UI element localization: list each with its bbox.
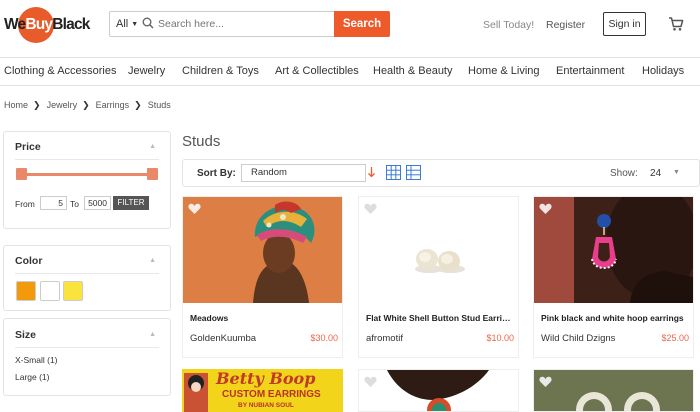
grid-view-icon[interactable] bbox=[386, 165, 401, 180]
product-image[interactable] bbox=[359, 370, 519, 412]
search-icon bbox=[142, 17, 154, 29]
product-image-shell-studs[interactable] bbox=[359, 197, 518, 303]
from-label: From bbox=[15, 199, 35, 209]
search-scope-select[interactable]: All ▼ bbox=[110, 12, 139, 36]
price-slider-track bbox=[19, 173, 157, 176]
product-name[interactable]: Flat White Shell Button Stud Earrings bbox=[366, 313, 511, 323]
color-filter-panel: Color ▲ bbox=[3, 245, 171, 311]
breadcrumb-home[interactable]: Home bbox=[4, 100, 28, 110]
cart-icon[interactable] bbox=[668, 16, 684, 32]
logo-black: Black bbox=[52, 16, 90, 33]
search-input[interactable] bbox=[158, 12, 334, 36]
color-filter-title: Color bbox=[15, 255, 43, 267]
breadcrumb-jewelry[interactable]: Jewelry bbox=[47, 100, 78, 110]
product-name[interactable]: Meadows bbox=[190, 313, 335, 323]
search-bar: All ▼ Search bbox=[109, 11, 390, 37]
nav-health-beauty[interactable]: Health & Beauty bbox=[373, 65, 453, 77]
breadcrumb-current: Studs bbox=[147, 100, 171, 110]
sort-label: Sort By: bbox=[197, 168, 236, 179]
to-label: To bbox=[70, 199, 79, 209]
product-seller[interactable]: afromotif bbox=[366, 333, 403, 344]
per-page-select[interactable]: 24 bbox=[650, 168, 661, 179]
color-swatch-orange[interactable] bbox=[16, 281, 36, 301]
sort-toolbar: Sort By: Random Show: 24 ▼ bbox=[182, 159, 700, 187]
nav-children-toys[interactable]: Children & Toys bbox=[182, 65, 259, 77]
product-card[interactable]: Pink black and white hoop earrings Wild … bbox=[533, 196, 694, 358]
size-filter-panel: Size ▲ X-Small (1) Large (1) bbox=[3, 318, 171, 396]
sort-select[interactable]: Random bbox=[241, 164, 366, 182]
heart-icon[interactable] bbox=[539, 203, 552, 215]
price-from-input[interactable]: 5 bbox=[40, 196, 67, 210]
sell-today-link[interactable]: Sell Today! bbox=[483, 19, 534, 31]
product-image[interactable] bbox=[534, 370, 694, 412]
sort-direction-icon[interactable] bbox=[367, 166, 376, 178]
list-view-icon[interactable] bbox=[406, 165, 421, 180]
caret-down-icon[interactable]: ▼ bbox=[673, 169, 680, 176]
search-button[interactable]: Search bbox=[334, 11, 390, 37]
collapse-caret-icon[interactable]: ▲ bbox=[149, 257, 156, 264]
chevron-right-icon: ❯ bbox=[134, 100, 142, 110]
product-name[interactable]: Pink black and white hoop earrings bbox=[541, 313, 686, 323]
nav-art-collectibles[interactable]: Art & Collectibles bbox=[275, 65, 359, 77]
product-image-meadows[interactable] bbox=[183, 197, 342, 303]
chevron-right-icon: ❯ bbox=[33, 100, 41, 110]
nav-home-living[interactable]: Home & Living bbox=[468, 65, 540, 77]
price-to-input[interactable]: 5000 bbox=[84, 196, 111, 210]
logo-we: We bbox=[4, 16, 26, 33]
product-card[interactable]: Betty Boop CUSTOM EARRINGS BY NUBIAN SOU… bbox=[182, 369, 343, 412]
collapse-caret-icon[interactable]: ▲ bbox=[149, 331, 156, 338]
breadcrumb: Home ❯ Jewelry ❯ Earrings ❯ Studs bbox=[4, 100, 171, 111]
logo-buy: Buy bbox=[25, 16, 53, 33]
heart-icon[interactable] bbox=[188, 203, 201, 215]
heart-icon[interactable] bbox=[364, 203, 377, 215]
product-image-pink-hoops[interactable] bbox=[534, 197, 693, 303]
product-card[interactable] bbox=[533, 369, 694, 412]
price-slider-max-handle[interactable] bbox=[147, 168, 158, 180]
color-swatch-white[interactable] bbox=[40, 281, 60, 301]
price-filter-title: Price bbox=[15, 141, 41, 153]
heart-icon[interactable] bbox=[539, 376, 552, 388]
color-swatch-yellow[interactable] bbox=[63, 281, 83, 301]
nav-clothing-accessories[interactable]: Clothing & Accessories bbox=[4, 65, 117, 77]
category-nav: Clothing & Accessories Jewelry Children … bbox=[0, 57, 700, 86]
site-logo[interactable]: WeBuyBlack bbox=[4, 7, 92, 43]
chevron-right-icon: ❯ bbox=[82, 100, 90, 110]
price-slider-min-handle[interactable] bbox=[16, 168, 27, 180]
site-header: WeBuyBlack All▼ Search Sell Today! Regis… bbox=[0, 0, 700, 50]
product-card[interactable]: Flat White Shell Button Stud Earrings af… bbox=[358, 196, 519, 358]
page-title: Studs bbox=[182, 133, 221, 150]
product-price: $10.00 bbox=[486, 333, 514, 343]
show-label: Show: bbox=[610, 168, 638, 179]
collapse-caret-icon[interactable]: ▲ bbox=[149, 143, 156, 150]
size-filter-title: Size bbox=[15, 329, 37, 341]
nav-entertainment[interactable]: Entertainment bbox=[556, 65, 624, 77]
product-price: $25.00 bbox=[661, 333, 689, 343]
breadcrumb-earrings[interactable]: Earrings bbox=[96, 100, 130, 110]
product-card[interactable] bbox=[358, 369, 519, 412]
nav-holidays[interactable]: Holidays bbox=[642, 65, 684, 77]
product-seller[interactable]: Wild Child Dzigns bbox=[541, 333, 615, 344]
nav-jewelry[interactable]: Jewelry bbox=[128, 65, 165, 77]
banner-subtitle: CUSTOM EARRINGS bbox=[222, 389, 321, 400]
caret-down-icon: ▼ bbox=[131, 21, 139, 28]
price-filter-panel: Price ▲ From 5 To 5000 FILTER bbox=[3, 131, 171, 229]
size-option-xsmall[interactable]: X-Small (1) bbox=[15, 355, 58, 365]
banner-title: Betty Boop bbox=[216, 369, 316, 388]
product-price: $30.00 bbox=[310, 333, 338, 343]
product-card[interactable]: Meadows GoldenKuumba $30.00 bbox=[182, 196, 343, 358]
signin-button[interactable]: Sign in bbox=[603, 12, 646, 36]
product-seller[interactable]: GoldenKuumba bbox=[190, 333, 256, 344]
heart-icon[interactable] bbox=[364, 376, 377, 388]
filter-button[interactable]: FILTER bbox=[113, 196, 149, 210]
banner-byline: BY NUBIAN SOUL bbox=[238, 402, 294, 409]
register-link[interactable]: Register bbox=[546, 19, 585, 31]
size-option-large[interactable]: Large (1) bbox=[15, 372, 50, 382]
